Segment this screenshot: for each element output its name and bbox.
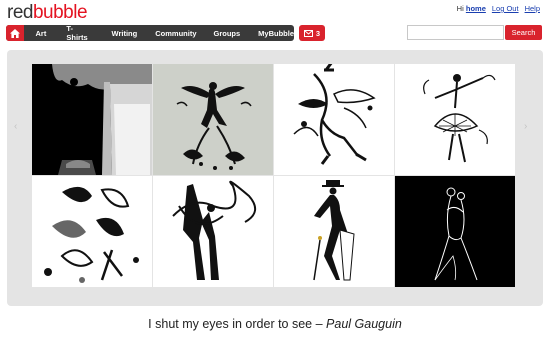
search-button[interactable]: Search <box>505 25 542 40</box>
nav-item-writing[interactable]: Writing <box>112 29 138 38</box>
logout-link[interactable]: Log Out <box>492 4 519 13</box>
artwork-tile[interactable] <box>395 64 515 175</box>
nav-item-groups[interactable]: Groups <box>213 29 240 38</box>
home-icon <box>9 28 20 38</box>
tophat-dancer-image <box>313 180 355 281</box>
logo-part-red: red <box>7 2 33 23</box>
artwork-tile[interactable] <box>153 64 273 175</box>
gallery-prev-icon[interactable]: ‹ <box>14 121 17 132</box>
envelope-icon <box>303 29 313 37</box>
nav-item-community[interactable]: Community <box>155 29 196 38</box>
main-nav: Art T-Shirts Writing Community Groups My… <box>6 24 294 42</box>
user-links: Hi home Log Out Help <box>457 4 540 13</box>
site-logo[interactable]: redbubble <box>7 2 88 23</box>
nav-item-tshirts[interactable]: T-Shirts <box>66 24 93 42</box>
gallery-next-icon[interactable]: › <box>524 121 527 132</box>
messages-button[interactable]: 3 <box>299 25 325 41</box>
artwork-tile[interactable] <box>153 176 273 287</box>
artwork-grid <box>32 64 516 288</box>
quote-author: Paul Gauguin <box>326 317 402 331</box>
floral-dancers-image <box>44 186 139 283</box>
artwork-tile[interactable] <box>274 64 394 175</box>
quote-text: I shut my eyes in order to see – <box>148 317 327 331</box>
search-input[interactable] <box>407 25 504 40</box>
artwork-tile[interactable] <box>32 176 152 287</box>
artwork-tile[interactable] <box>32 64 152 175</box>
dancer-tree-image <box>32 64 152 175</box>
ribbon-gymnasts-image <box>172 180 256 280</box>
user-greeting: Hi home <box>456 4 486 13</box>
fairy-image <box>153 64 273 175</box>
artwork-tile[interactable] <box>395 176 515 287</box>
swirl-ballerina-image <box>423 74 496 163</box>
tango-couple-image <box>395 176 515 287</box>
message-count: 3 <box>315 28 321 38</box>
nav-item-mybubble[interactable]: MyBubble <box>258 29 294 38</box>
logo-part-bubble: bubble <box>32 2 88 23</box>
flourish-dancer-image <box>293 64 376 165</box>
help-link[interactable]: Help <box>525 4 540 13</box>
home-link[interactable]: home <box>466 4 486 13</box>
quote-caption: I shut my eyes in order to see – Paul Ga… <box>0 317 550 331</box>
artwork-tile[interactable] <box>274 176 394 287</box>
nav-item-art[interactable]: Art <box>36 29 47 38</box>
home-button[interactable] <box>6 25 24 41</box>
